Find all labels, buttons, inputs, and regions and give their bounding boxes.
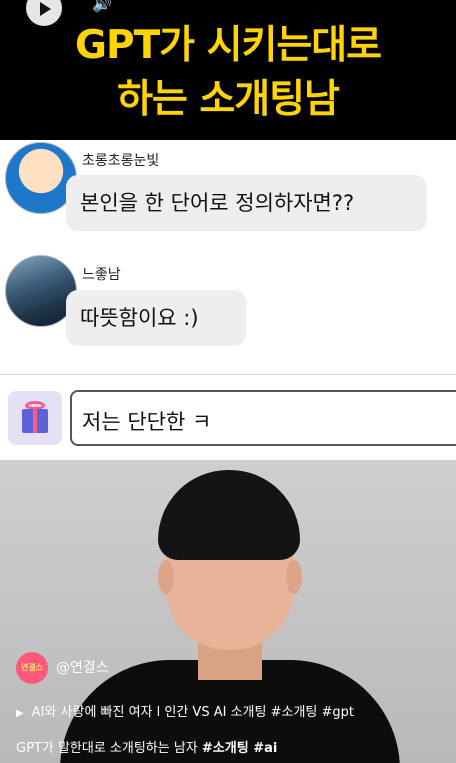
person-hair	[158, 470, 300, 560]
related-video-title: AI와 사랑에 빠진 여자 l 인간 VS AI 소개팅 #소개팅 #gpt	[31, 705, 354, 720]
play-triangle-icon: ▶	[16, 708, 24, 719]
caption-hashtags[interactable]: #소개팅 #ai	[202, 741, 277, 756]
channel-avatar[interactable]: 연결스	[16, 652, 48, 684]
message-bubble-2: 따뜻함이요 :)	[66, 290, 246, 346]
message-input-value: 저는 단단한 ㅋ	[82, 410, 212, 434]
video-caption: GPT가 말한대로 소개팅하는 남자 #소개팅 #ai	[16, 737, 277, 756]
related-video-link[interactable]: ▶ AI와 사랑에 빠진 여자 l 인간 VS AI 소개팅 #소개팅 #gpt	[16, 701, 354, 720]
message-bubble-1: 본인을 한 단어로 정의하자면??	[66, 175, 427, 231]
overlay-title-line-1: GPT가 시키는대로	[74, 23, 382, 68]
channel-handle[interactable]: @연결스	[56, 657, 109, 677]
message-input[interactable]: 저는 단단한 ㅋ	[70, 390, 456, 446]
sender-name-1: 초롱초롱눈빛	[82, 153, 160, 169]
sender-name-2: 느좋남	[82, 267, 121, 283]
fullscreen-icon[interactable]: ⌜ ⌝	[412, 0, 430, 8]
caption-text: GPT가 말한대로 소개팅하는 남자	[16, 741, 202, 756]
gift-button[interactable]	[8, 391, 62, 445]
volume-icon[interactable]: 🔊	[92, 0, 112, 13]
chat-divider	[0, 374, 456, 375]
overlay-title-line-2: 하는 소개팅남	[117, 77, 340, 122]
title-banner: 🔊 ⌜ ⌝ GPT가 시키는대로 하는 소개팅남	[0, 0, 456, 140]
